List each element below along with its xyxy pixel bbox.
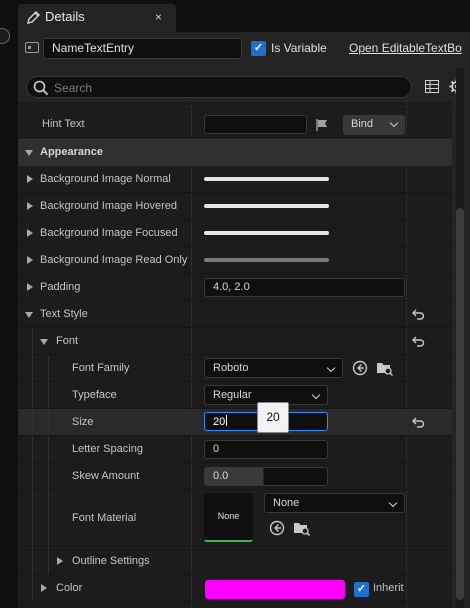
next-row xyxy=(18,602,452,608)
font-label: Font xyxy=(56,335,79,347)
use-selected-asset-icon[interactable] xyxy=(352,360,368,379)
tab-details[interactable]: Details × xyxy=(18,4,176,32)
skew-amount-row: Skew Amount 0.0 xyxy=(18,463,452,490)
font-row: Font xyxy=(18,328,452,355)
size-label: Size xyxy=(72,416,94,428)
flag-icon[interactable] xyxy=(316,119,328,134)
brush-preview xyxy=(204,231,329,235)
use-selected-asset-icon[interactable] xyxy=(269,520,285,539)
open-editable-textbox-link[interactable]: Open EditableTextBo xyxy=(349,41,462,55)
color-swatch[interactable] xyxy=(205,580,345,599)
details-panel: NameTextEntry ✓ Is Variable Open Editabl… xyxy=(18,32,470,608)
letter-spacing-input[interactable]: 0 xyxy=(204,440,328,459)
expand-arrow-icon[interactable] xyxy=(27,202,33,210)
search-placeholder: Search xyxy=(54,81,93,95)
expand-arrow-icon[interactable] xyxy=(27,256,33,264)
viewport-circle-icon xyxy=(0,28,10,44)
color-row: Color ✓ Inherit xyxy=(18,575,452,602)
size-value: 20 xyxy=(213,416,226,428)
letter-spacing-row: Letter Spacing 0 xyxy=(18,436,452,463)
bind-label: Bind xyxy=(351,118,374,130)
padding-input[interactable]: 4.0, 2.0 xyxy=(204,278,405,297)
size-row: Size 20 xyxy=(18,409,452,436)
bg-image-hovered-row: Background Image Hovered xyxy=(18,193,452,220)
padding-row: Padding 4.0, 2.0 xyxy=(18,274,452,301)
brush-preview xyxy=(204,204,329,208)
appearance-label: Appearance xyxy=(40,146,103,158)
bg-image-focused-row: Background Image Focused xyxy=(18,220,452,247)
outline-settings-label: Outline Settings xyxy=(72,555,150,567)
properties-list: Hint Text Bind Appearance Background Ima… xyxy=(18,102,470,608)
hint-text-label: Hint Text xyxy=(42,118,85,130)
expand-arrow-icon[interactable] xyxy=(27,175,33,183)
expand-arrow-icon[interactable] xyxy=(41,584,47,592)
font-family-value: Roboto xyxy=(213,362,249,374)
expand-arrow-icon[interactable] xyxy=(27,283,33,291)
bind-button[interactable]: Bind xyxy=(343,115,405,135)
collapse-arrow-icon[interactable] xyxy=(25,150,33,156)
font-material-row: Font Material None None xyxy=(18,490,452,547)
bg-image-normal-label: Background Image Normal xyxy=(40,173,171,185)
tab-title: Details xyxy=(45,9,85,24)
widget-icon xyxy=(25,42,39,53)
reset-to-default-icon[interactable] xyxy=(412,336,425,350)
pencil-icon xyxy=(26,10,41,28)
skew-amount-input[interactable]: 0.0 xyxy=(204,467,328,486)
letter-spacing-value: 0 xyxy=(213,443,220,455)
reset-to-default-icon[interactable] xyxy=(412,417,425,431)
scrollbar-thumb[interactable] xyxy=(456,208,464,600)
brush-preview xyxy=(204,177,329,181)
close-icon[interactable]: × xyxy=(155,10,162,24)
material-thumbnail[interactable]: None xyxy=(204,493,253,542)
typeface-row: Typeface Regular xyxy=(18,382,452,409)
font-family-dropdown[interactable]: Roboto xyxy=(204,358,343,378)
color-label: Color xyxy=(56,582,83,594)
expand-arrow-icon[interactable] xyxy=(27,229,33,237)
appearance-category[interactable]: Appearance xyxy=(18,139,452,166)
bg-image-read-only-row: Background Image Read Only xyxy=(18,247,452,274)
skew-amount-value: 0.0 xyxy=(213,470,229,482)
expand-arrow-icon[interactable] xyxy=(57,557,63,565)
inherit-label: Inherit xyxy=(373,582,404,594)
hint-text-input[interactable] xyxy=(204,115,307,134)
brush-preview xyxy=(204,258,329,262)
is-variable-label: Is Variable xyxy=(271,41,327,55)
font-family-label: Font Family xyxy=(72,362,130,374)
typeface-value: Regular xyxy=(213,389,252,401)
typeface-label: Typeface xyxy=(72,389,117,401)
tab-bar: Details × xyxy=(18,0,470,32)
font-material-value: None xyxy=(273,497,300,509)
inherit-checkbox[interactable]: ✓ xyxy=(354,582,369,597)
bg-image-read-only-label: Background Image Read Only xyxy=(40,254,188,266)
reset-to-default-icon[interactable] xyxy=(412,309,425,323)
skew-amount-label: Skew Amount xyxy=(72,470,140,482)
is-variable-checkbox[interactable]: ✓ xyxy=(251,41,266,56)
hint-text-row: Hint Text Bind xyxy=(18,111,452,138)
font-material-dropdown[interactable]: None xyxy=(264,493,405,513)
clipped-row xyxy=(18,102,452,110)
bg-image-focused-label: Background Image Focused xyxy=(40,227,178,239)
bg-image-hovered-label: Background Image Hovered xyxy=(40,200,177,212)
collapse-arrow-icon[interactable] xyxy=(25,312,33,318)
details-window: Details × NameTextEntry ✓ Is Variable Op… xyxy=(0,0,470,608)
browse-asset-icon[interactable] xyxy=(376,360,394,379)
search-icon xyxy=(33,80,49,99)
padding-label: Padding xyxy=(40,281,81,293)
bg-image-normal-row: Background Image Normal xyxy=(18,166,452,193)
property-matrix-icon[interactable] xyxy=(425,80,439,96)
letter-spacing-label: Letter Spacing xyxy=(72,443,143,455)
browse-asset-icon[interactable] xyxy=(293,520,311,539)
name-bar: NameTextEntry ✓ Is Variable Open Editabl… xyxy=(18,32,470,68)
left-viewport-strip xyxy=(0,0,18,608)
widget-name-input[interactable]: NameTextEntry xyxy=(43,38,242,59)
text-style-label: Text Style xyxy=(40,308,88,320)
font-material-label: Font Material xyxy=(72,512,137,524)
search-input[interactable]: Search xyxy=(26,76,412,98)
size-tooltip: 20 xyxy=(257,402,289,433)
text-style-row: Text Style xyxy=(18,301,452,328)
outline-settings-row: Outline Settings xyxy=(18,548,452,575)
collapse-arrow-icon[interactable] xyxy=(40,339,48,345)
font-family-row: Font Family Roboto xyxy=(18,355,452,382)
